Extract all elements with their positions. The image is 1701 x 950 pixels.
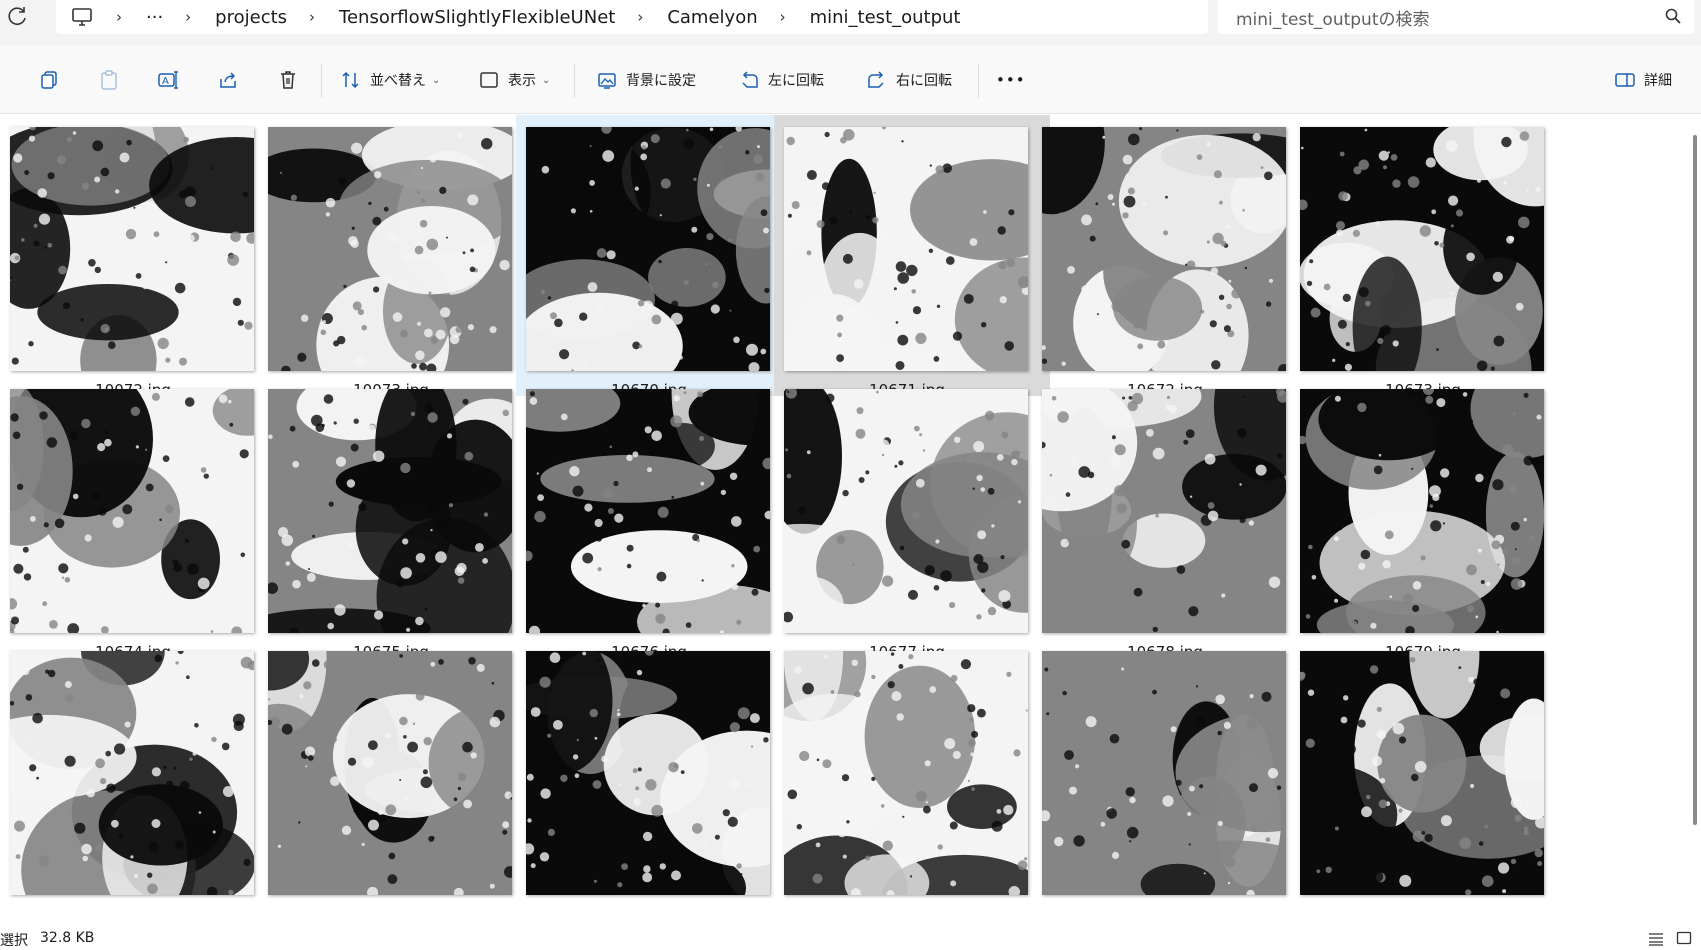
sort-button[interactable]: 並べ替え ⌄ xyxy=(340,66,440,94)
rotate-left-label: 左に回転 xyxy=(768,73,824,89)
image-thumbnail[interactable] xyxy=(10,127,254,371)
search-box[interactable]: mini_test_outputの検索 xyxy=(1218,0,1694,34)
file-item[interactable] xyxy=(1290,637,1566,920)
file-grid: 10072.jpg10073.jpg10670.jpg10671.jpg1067… xyxy=(0,115,1690,925)
image-thumbnail[interactable] xyxy=(268,127,512,371)
file-item[interactable]: 10674.jpg xyxy=(0,375,276,661)
image-thumbnail[interactable] xyxy=(784,127,1028,371)
image-thumbnail[interactable] xyxy=(784,389,1028,633)
share-icon xyxy=(220,72,236,88)
chevron-right-icon[interactable]: › xyxy=(780,8,786,26)
toolbar-divider xyxy=(978,64,979,98)
file-item[interactable] xyxy=(1032,637,1308,920)
view-icon xyxy=(480,72,498,88)
view-button[interactable]: 表示 ⌄ xyxy=(478,66,550,94)
details-pane-icon xyxy=(1615,73,1635,87)
rename-button[interactable]: A xyxy=(157,66,179,94)
paste-icon xyxy=(101,70,117,90)
selection-size: 32.8 KB xyxy=(40,930,95,946)
wallpaper-icon xyxy=(598,73,616,89)
image-thumbnail[interactable] xyxy=(526,127,770,371)
scrollbar-thumb[interactable] xyxy=(1693,135,1697,825)
vertical-scrollbar[interactable] xyxy=(1690,115,1701,925)
status-bar: 選択 32.8 KB xyxy=(0,925,1701,950)
image-thumbnail[interactable] xyxy=(1042,651,1286,895)
svg-text:A: A xyxy=(162,76,169,87)
rotate-right-icon xyxy=(868,71,884,88)
image-thumbnail[interactable] xyxy=(1042,389,1286,633)
file-item[interactable]: 10677.jpg xyxy=(774,375,1050,661)
address-bar[interactable]: › ··· › projects › TensorflowSlightlyFle… xyxy=(56,0,1208,34)
file-item[interactable] xyxy=(516,637,792,920)
file-item[interactable] xyxy=(258,637,534,920)
file-item[interactable]: 10679.jpg xyxy=(1290,375,1566,661)
paste-button[interactable] xyxy=(98,66,120,94)
chevron-right-icon[interactable]: › xyxy=(309,8,315,26)
details-view-icon[interactable] xyxy=(1648,931,1664,946)
rotate-left-icon xyxy=(742,71,758,88)
image-thumbnail[interactable] xyxy=(1042,127,1286,371)
chevron-down-icon: ⌄ xyxy=(542,74,551,86)
file-item[interactable]: 10678.jpg xyxy=(1032,375,1308,661)
breadcrumb-current[interactable]: mini_test_output xyxy=(810,7,961,28)
rotate-right-label: 右に回転 xyxy=(896,73,952,89)
file-item[interactable]: 10672.jpg xyxy=(1032,115,1308,399)
file-item[interactable]: 10675.jpg xyxy=(258,375,534,661)
image-thumbnail[interactable] xyxy=(10,389,254,633)
rename-icon: A xyxy=(158,71,178,89)
toolbar-divider xyxy=(321,64,322,98)
image-thumbnail[interactable] xyxy=(268,389,512,633)
search-icon[interactable] xyxy=(1664,7,1682,25)
refresh-icon[interactable] xyxy=(6,4,30,28)
file-item[interactable]: 10676.jpg xyxy=(516,375,792,661)
tiles-view-icon[interactable] xyxy=(1676,930,1692,946)
image-thumbnail[interactable] xyxy=(526,389,770,633)
trash-icon xyxy=(281,71,295,89)
breadcrumb-projects[interactable]: projects xyxy=(215,7,287,28)
details-button[interactable]: 詳細 xyxy=(1614,66,1672,94)
rotate-left-button[interactable]: 左に回転 xyxy=(738,66,824,94)
file-item[interactable] xyxy=(0,637,276,920)
breadcrumb-unet[interactable]: TensorflowSlightlyFlexibleUNet xyxy=(339,7,615,28)
toolbar-divider xyxy=(574,64,575,98)
file-item[interactable]: 10673.jpg xyxy=(1290,115,1566,399)
breadcrumb-camelyon[interactable]: Camelyon xyxy=(667,7,757,28)
sort-icon xyxy=(342,71,359,89)
chevron-down-icon: ⌄ xyxy=(432,74,441,86)
sort-label: 並べ替え xyxy=(370,73,426,89)
file-item[interactable]: 10072.jpg xyxy=(0,115,276,399)
chevron-right-icon[interactable]: › xyxy=(185,8,191,26)
copy-button[interactable] xyxy=(38,66,60,94)
command-bar: A 並べ替え ⌄ 表示 ⌄ 背景に設定 左に回転 右に回転 ••• 詳細 xyxy=(0,46,1701,114)
share-button[interactable] xyxy=(217,66,239,94)
chevron-right-icon[interactable]: › xyxy=(116,8,122,26)
file-item[interactable]: 10671.jpg xyxy=(774,115,1050,399)
set-background-button[interactable]: 背景に設定 xyxy=(596,66,696,94)
this-pc-icon[interactable] xyxy=(70,5,94,29)
search-placeholder[interactable]: mini_test_outputの検索 xyxy=(1236,5,1430,30)
rotate-right-button[interactable]: 右に回転 xyxy=(866,66,952,94)
details-label: 詳細 xyxy=(1644,73,1672,89)
file-item[interactable]: 10670.jpg xyxy=(516,115,792,399)
image-thumbnail[interactable] xyxy=(1300,127,1544,371)
image-thumbnail[interactable] xyxy=(268,651,512,895)
chevron-right-icon[interactable]: › xyxy=(637,8,643,26)
selection-status: 選択 xyxy=(0,933,28,949)
breadcrumb-overflow[interactable]: ··· xyxy=(146,7,163,28)
file-item[interactable] xyxy=(774,637,1050,920)
file-item[interactable]: 10073.jpg xyxy=(258,115,534,399)
image-thumbnail[interactable] xyxy=(1300,651,1544,895)
address-row: › ··· › projects › TensorflowSlightlyFle… xyxy=(0,0,1701,46)
image-thumbnail[interactable] xyxy=(784,651,1028,895)
image-thumbnail[interactable] xyxy=(526,651,770,895)
delete-button[interactable] xyxy=(277,66,299,94)
copy-icon xyxy=(41,71,57,89)
set-background-label: 背景に設定 xyxy=(626,73,696,89)
more-options-button[interactable]: ••• xyxy=(996,66,1026,94)
image-thumbnail[interactable] xyxy=(10,651,254,895)
view-label: 表示 xyxy=(508,73,536,89)
image-thumbnail[interactable] xyxy=(1300,389,1544,633)
